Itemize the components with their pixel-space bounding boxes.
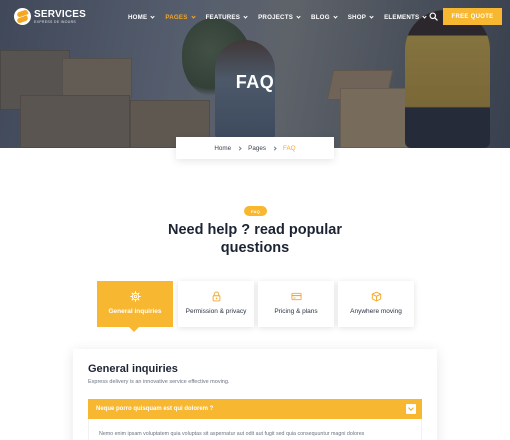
nav-item-projects[interactable]: PROJECTS	[258, 12, 301, 22]
chevron-right-icon	[272, 145, 277, 151]
section-title-line: questions	[220, 240, 290, 256]
free-quote-button[interactable]: FREE QUOTE	[443, 8, 502, 25]
nav-label: FEATURES	[205, 13, 241, 21]
box-icon	[371, 291, 381, 302]
credit-card-icon	[290, 292, 302, 301]
section-tag-badge: FAQ	[244, 206, 267, 216]
brand-name[interactable]: SERVICES	[34, 9, 86, 20]
main-nav: HOME PAGES FEATURES PROJECTS BLOG SHOP E…	[128, 12, 437, 22]
tab-label: General inquiries	[108, 308, 162, 315]
section-title: Need help ? read popular questions	[155, 221, 355, 257]
lock-icon	[212, 291, 220, 302]
nav-label: BLOG	[311, 13, 330, 21]
breadcrumb: Home Pages FAQ	[176, 137, 334, 159]
nav-label: HOME	[128, 13, 148, 21]
tab-anywhere-moving[interactable]: Anywhere moving	[338, 281, 414, 327]
faq-answer: Nemo enim ipsam voluptatem quia voluptas…	[88, 419, 422, 440]
page-title: FAQ	[235, 72, 275, 92]
site-header: SERVICES EXPRESS DE INOURS HOME PAGES FE…	[0, 0, 510, 34]
brand-tagline: EXPRESS DE INOURS	[34, 20, 77, 24]
breadcrumb-current: FAQ	[283, 144, 296, 152]
breadcrumb-home-link[interactable]: Home	[214, 145, 231, 152]
gear-icon	[129, 291, 141, 302]
nav-label: SHOP	[347, 13, 367, 21]
nav-item-blog[interactable]: BLOG	[311, 12, 338, 22]
tab-label: Permission & privacy	[185, 308, 247, 315]
faq-answer-text: Nemo enim ipsam voluptatem quia voluptas…	[99, 431, 365, 437]
nav-item-elements[interactable]: ELEMENTS	[384, 12, 427, 22]
faq-panel: General inquiries Express delivery is an…	[73, 349, 437, 440]
search-icon[interactable]	[429, 12, 438, 21]
chevron-down-icon	[422, 13, 427, 19]
tab-permission-privacy[interactable]: Permission & privacy	[178, 281, 254, 327]
tab-general-inquiries[interactable]: General inquiries	[97, 281, 173, 332]
breadcrumb-pages-link[interactable]: Pages	[248, 145, 266, 152]
chevron-down-icon	[190, 13, 196, 19]
faq-panel-description: Express delivery is an innovative servic…	[88, 379, 230, 385]
chevron-down-icon	[296, 13, 301, 19]
chevron-down-icon	[333, 13, 338, 19]
chevron-down-icon	[369, 13, 374, 19]
nav-item-pages[interactable]: PAGES	[165, 12, 196, 22]
chevron-down-icon[interactable]	[406, 404, 416, 414]
tab-label: Pricing & plans	[274, 308, 318, 315]
nav-item-home[interactable]: HOME	[128, 12, 155, 22]
nav-item-features[interactable]: FEATURES	[206, 12, 248, 22]
nav-label: PAGES	[165, 13, 188, 21]
chevron-down-icon	[150, 13, 155, 19]
tab-label: Anywhere moving	[350, 308, 402, 315]
chevron-down-icon	[243, 13, 248, 19]
tab-pricing-plans[interactable]: Pricing & plans	[258, 281, 334, 327]
nav-label: ELEMENTS	[384, 13, 420, 21]
chevron-right-icon	[237, 145, 242, 151]
section-title-line: Need help ? read popular	[167, 222, 343, 238]
logo-icon[interactable]	[14, 8, 31, 25]
faq-panel-title: General inquiries	[88, 363, 178, 375]
nav-label: PROJECTS	[258, 13, 294, 21]
nav-item-shop[interactable]: SHOP	[347, 12, 374, 22]
faq-question-text: Neque porro quisquam est qui dolorem ?	[96, 406, 214, 412]
faq-question-header[interactable]: Neque porro quisquam est qui dolorem ?	[88, 399, 422, 419]
